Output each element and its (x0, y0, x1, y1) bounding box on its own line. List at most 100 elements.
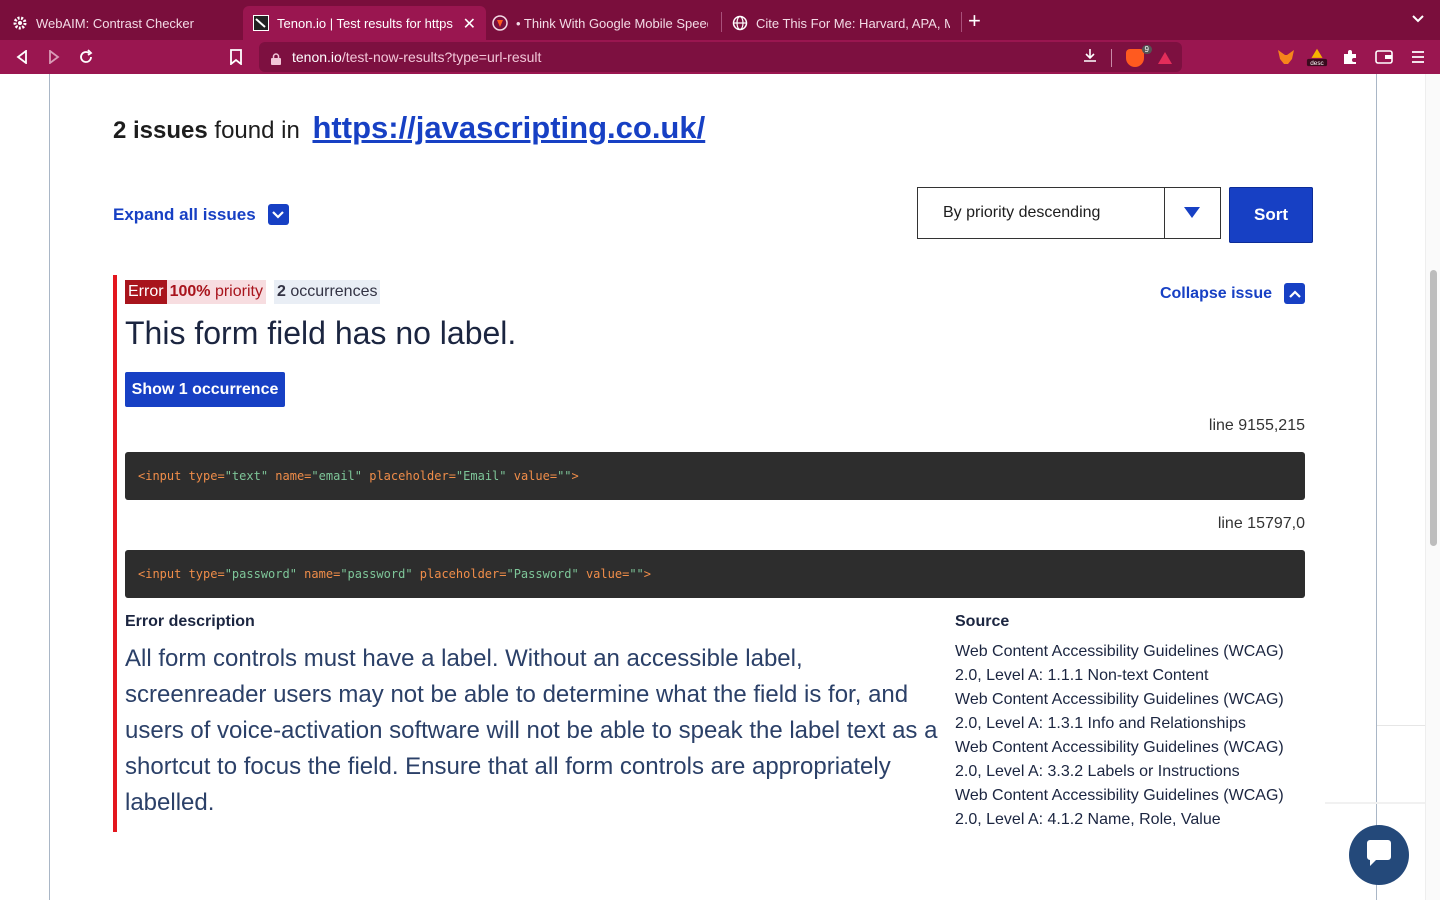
tab-label: Tenon.io | Test results for https (277, 15, 453, 31)
issue-title: This form field has no label. (125, 315, 517, 351)
tab-webaim[interactable]: WebAIM: Contrast Checker (2, 6, 240, 40)
select-divider (1164, 188, 1165, 238)
code-token: placeholder= (412, 567, 507, 581)
address-bar[interactable]: tenon.io/test-now-results?type=url-resul… (259, 42, 1182, 72)
source-item[interactable]: Web Content Accessibility Guidelines (WC… (955, 736, 1307, 784)
menu-icon[interactable] (1407, 46, 1429, 68)
page-scrollbar[interactable] (1425, 74, 1440, 900)
metamask-icon[interactable] (1275, 46, 1297, 68)
source-heading: Source (955, 613, 1010, 630)
code-token: "" (557, 469, 572, 483)
tab-cite-this-for-me[interactable]: Cite This For Me: Harvard, APA, ML (722, 6, 960, 40)
reload-icon[interactable] (75, 46, 97, 68)
code-snippet: <input type="text" name="email" placehol… (125, 452, 1305, 500)
priority-badge: 100% priority (166, 280, 266, 304)
divider (1325, 802, 1425, 804)
expand-all-issues[interactable]: Expand all issues (113, 204, 289, 225)
priority-value: 100% (169, 283, 211, 300)
code-token: <input type= (138, 469, 225, 483)
code-token: <input type= (138, 567, 225, 581)
code-token: name= (296, 567, 341, 581)
error-description-heading: Error description (125, 613, 255, 630)
code-token: "text" (224, 469, 269, 483)
gear-icon (12, 15, 28, 31)
source-item[interactable]: Web Content Accessibility Guidelines (WC… (955, 784, 1307, 832)
url-host: tenon.io (292, 49, 342, 65)
priority-label: priority (214, 283, 263, 300)
code-snippet: <input type="password" name="password" p… (125, 550, 1305, 598)
tab-label: WebAIM: Contrast Checker (36, 15, 194, 31)
sort-select[interactable]: By priority descending (917, 187, 1221, 239)
code-token: "password" (340, 567, 413, 581)
issue-badges: Error 100% priority 2 occurrences (125, 280, 381, 304)
expand-all-label: Expand all issues (113, 204, 256, 224)
code-token: value= (578, 567, 630, 581)
brave-rewards-icon[interactable] (1158, 51, 1172, 64)
chat-icon (1364, 839, 1394, 872)
brave-shields-icon[interactable]: 9 (1126, 44, 1152, 67)
code-token: "email" (311, 469, 362, 483)
chat-widget-button[interactable] (1349, 825, 1409, 885)
tab-label: • Think With Google Mobile Speed (516, 15, 708, 31)
divider (1111, 48, 1112, 67)
close-icon[interactable]: ✕ (463, 14, 476, 34)
tab-tenon[interactable]: Tenon.io | Test results for https ✕ (243, 6, 486, 40)
new-tab-icon[interactable]: + (968, 8, 981, 34)
results-heading: 2 issues found in https://javascripting.… (113, 110, 705, 146)
code-token: "Password" (506, 567, 579, 581)
occurrence-line-ref: line 9155,215 (1208, 417, 1305, 434)
tab-separator (961, 12, 962, 32)
url-path: /test-now-results?type=url-result (341, 49, 542, 65)
tested-site-link[interactable]: https://javascripting.co.uk/ (312, 110, 705, 145)
lock-icon (271, 52, 281, 65)
error-badge: Error (125, 280, 167, 304)
found-in-text: found in (214, 117, 300, 144)
tenon-icon (253, 15, 269, 31)
browser-toolbar: tenon.io/test-now-results?type=url-resul… (0, 40, 1440, 74)
puzzle-icon[interactable] (1339, 46, 1361, 68)
download-icon[interactable] (1083, 48, 1097, 67)
brave-icon (492, 15, 508, 31)
code-token: "" (629, 567, 644, 581)
code-token: "password" (224, 567, 297, 581)
occurrences-badge: 2 occurrences (273, 280, 381, 304)
tab-think-with-google[interactable]: • Think With Google Mobile Speed (482, 6, 718, 40)
show-occurrence-button[interactable]: Show 1 occurrence (125, 372, 285, 407)
collapse-issue[interactable]: Collapse issue (1160, 283, 1305, 304)
collapse-issue-label: Collapse issue (1159, 284, 1272, 302)
extension-desc-icon[interactable]: desc (1306, 46, 1328, 68)
code-token: "Email" (455, 469, 507, 483)
code-token: > (643, 567, 651, 581)
error-description: All form controls must have a label. Wit… (125, 645, 938, 816)
source-item[interactable]: Web Content Accessibility Guidelines (WC… (955, 688, 1307, 736)
chevron-up-icon[interactable] (1284, 283, 1305, 304)
globe-icon (732, 15, 748, 31)
code-token: value= (506, 469, 558, 483)
occurrence-line-ref: line 15797,0 (1217, 515, 1305, 532)
bookmark-icon[interactable] (225, 46, 247, 68)
occurrences-label: occurrences (290, 283, 378, 300)
sort-button[interactable]: Sort (1229, 187, 1313, 243)
dropdown-arrow-icon[interactable] (1184, 207, 1200, 218)
chevron-down-icon[interactable] (1412, 10, 1424, 26)
code-token: placeholder= (362, 469, 456, 483)
chevron-down-icon[interactable] (267, 204, 289, 225)
forward-icon[interactable] (43, 46, 65, 68)
sort-select-value: By priority descending (943, 204, 1101, 221)
address-url: tenon.io/test-now-results?type=url-resul… (292, 49, 541, 65)
scrollbar-thumb[interactable] (1430, 270, 1437, 546)
shields-count: 9 (1141, 44, 1152, 54)
occurrences-count: 2 (276, 283, 286, 300)
tab-label: Cite This For Me: Harvard, APA, ML (756, 15, 950, 31)
source-item[interactable]: Web Content Accessibility Guidelines (WC… (955, 640, 1307, 688)
divider (1377, 725, 1425, 726)
source-list: Web Content Accessibility Guidelines (WC… (955, 640, 1307, 832)
ext-label: desc (1310, 60, 1324, 67)
code-token: > (571, 469, 579, 483)
issue-card: Error 100% priority 2 occurrences Collap… (113, 275, 1305, 832)
code-token: name= (268, 469, 312, 483)
issue-count: 2 issues (113, 117, 208, 144)
wallet-icon[interactable] (1373, 46, 1395, 68)
browser-tab-bar: WebAIM: Contrast Checker Tenon.io | Test… (0, 0, 1440, 40)
back-icon[interactable] (11, 46, 33, 68)
